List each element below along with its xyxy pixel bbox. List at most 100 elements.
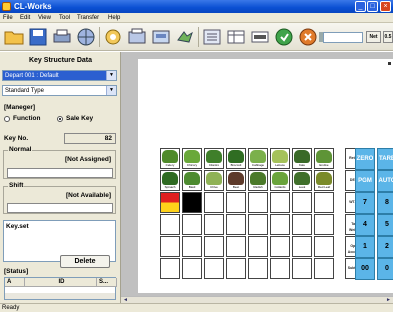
label-icon[interactable] [249,26,271,48]
empty-key[interactable] [270,236,290,257]
empty-key[interactable] [314,258,334,279]
open-folder-icon[interactable] [3,26,25,48]
numeric-key[interactable]: ZERO [355,148,375,170]
printer-scale-icon[interactable] [126,26,148,48]
shift-field[interactable] [7,203,113,213]
transfer-icon[interactable] [174,26,196,48]
numeric-key[interactable]: 1 [355,236,375,258]
type-select[interactable]: Standard Type ▼ [2,85,117,96]
minimize-button[interactable]: _ [355,1,366,12]
empty-key[interactable] [160,236,180,257]
product-key[interactable]: Chive [204,170,224,191]
product-key[interactable]: Kale [292,148,312,169]
keyboard-icon[interactable] [201,26,223,48]
numeric-key[interactable]: 8 [377,192,393,214]
empty-key[interactable] [314,192,334,213]
empty-key[interactable] [182,214,202,235]
settings-gear-icon[interactable] [102,26,124,48]
empty-key[interactable] [182,258,202,279]
status-col-s[interactable]: S... [97,278,117,287]
product-key[interactable]: Broccoli [226,148,246,169]
empty-key[interactable] [226,192,246,213]
product-key[interactable]: Endive [314,148,334,169]
numeric-key[interactable]: 4 [355,214,375,236]
selected-key[interactable] [160,192,180,213]
product-key[interactable]: Red Leaf [314,170,334,191]
empty-key[interactable] [226,214,246,235]
empty-key[interactable] [226,236,246,257]
delete-button[interactable]: Delete [60,255,110,268]
maximize-button[interactable]: □ [367,1,378,12]
empty-key[interactable] [292,192,312,213]
numeric-key[interactable]: TARE [377,148,393,170]
numeric-key[interactable]: 7 [355,192,375,214]
close-button[interactable]: × [380,1,391,12]
status-col-a[interactable]: A [5,278,25,287]
empty-key[interactable] [270,192,290,213]
empty-key[interactable] [292,258,312,279]
numeric-key[interactable]: 0 [377,258,393,280]
product-key[interactable]: Radish [248,170,268,191]
status-col-id[interactable]: ID [25,278,97,287]
empty-key[interactable] [270,214,290,235]
empty-key[interactable] [314,214,334,235]
status-scrollbar[interactable] [5,293,115,299]
go-red-icon[interactable] [297,26,319,48]
product-key[interactable]: Beet [226,170,246,191]
numeric-key[interactable]: 5 [377,214,393,236]
numeric-key[interactable]: PGM [355,170,375,192]
empty-key[interactable] [204,236,224,257]
empty-key[interactable] [204,192,224,213]
sale-key-radio[interactable] [57,116,63,122]
empty-key[interactable] [204,214,224,235]
chevron-down-icon[interactable]: ▼ [106,71,116,80]
print-icon[interactable] [51,26,73,48]
product-key[interactable]: Leek [292,170,312,191]
product-key[interactable]: Cilantro [204,148,224,169]
product-key[interactable]: Celery [160,148,180,169]
numeric-key[interactable]: 00 [355,258,375,280]
empty-key[interactable] [160,258,180,279]
empty-key[interactable] [270,258,290,279]
chevron-down-icon[interactable]: ▼ [106,86,116,95]
net-button[interactable]: Net [366,31,381,43]
empty-key[interactable] [204,258,224,279]
empty-key[interactable] [292,236,312,257]
next-button[interactable]: 0.5 [383,31,393,43]
menu-tool[interactable]: Tool [59,14,70,22]
product-key[interactable]: Spinach [160,170,180,191]
status-list[interactable]: A ID S... [4,277,117,300]
department-select[interactable]: Depart 001 : Default ▼ [2,70,117,81]
menu-help[interactable]: Help [108,14,120,22]
empty-key[interactable] [226,258,246,279]
product-key[interactable]: Basil [182,170,202,191]
highlighted-key[interactable] [182,192,202,213]
menu-edit[interactable]: Edit [20,14,30,22]
product-key[interactable]: Chicory [182,148,202,169]
empty-key[interactable] [182,236,202,257]
menu-transfer[interactable]: Transfer [77,14,99,22]
product-key[interactable]: Collards [270,170,290,191]
empty-key[interactable] [314,236,334,257]
layout-icon[interactable] [225,26,247,48]
canvas-horizontal-scrollbar[interactable]: ◄ ► [121,296,393,303]
empty-key[interactable] [248,258,268,279]
menu-view[interactable]: View [38,14,51,22]
normal-field[interactable] [7,168,113,178]
numeric-key[interactable]: 2 [377,236,393,258]
menu-file[interactable]: File [3,14,13,22]
save-icon[interactable] [27,26,49,48]
empty-key[interactable] [248,214,268,235]
product-key[interactable]: Lettuce [270,148,290,169]
device-icon[interactable] [150,26,172,48]
function-radio[interactable] [4,116,10,122]
empty-key[interactable] [292,214,312,235]
go-green-icon[interactable] [273,26,295,48]
zoom-input[interactable] [323,32,363,43]
product-key[interactable]: Cabbage [248,148,268,169]
globe-icon[interactable] [75,26,97,48]
numeric-key[interactable]: AUTO [377,170,393,192]
empty-key[interactable] [248,236,268,257]
empty-key[interactable] [160,214,180,235]
empty-key[interactable] [248,192,268,213]
